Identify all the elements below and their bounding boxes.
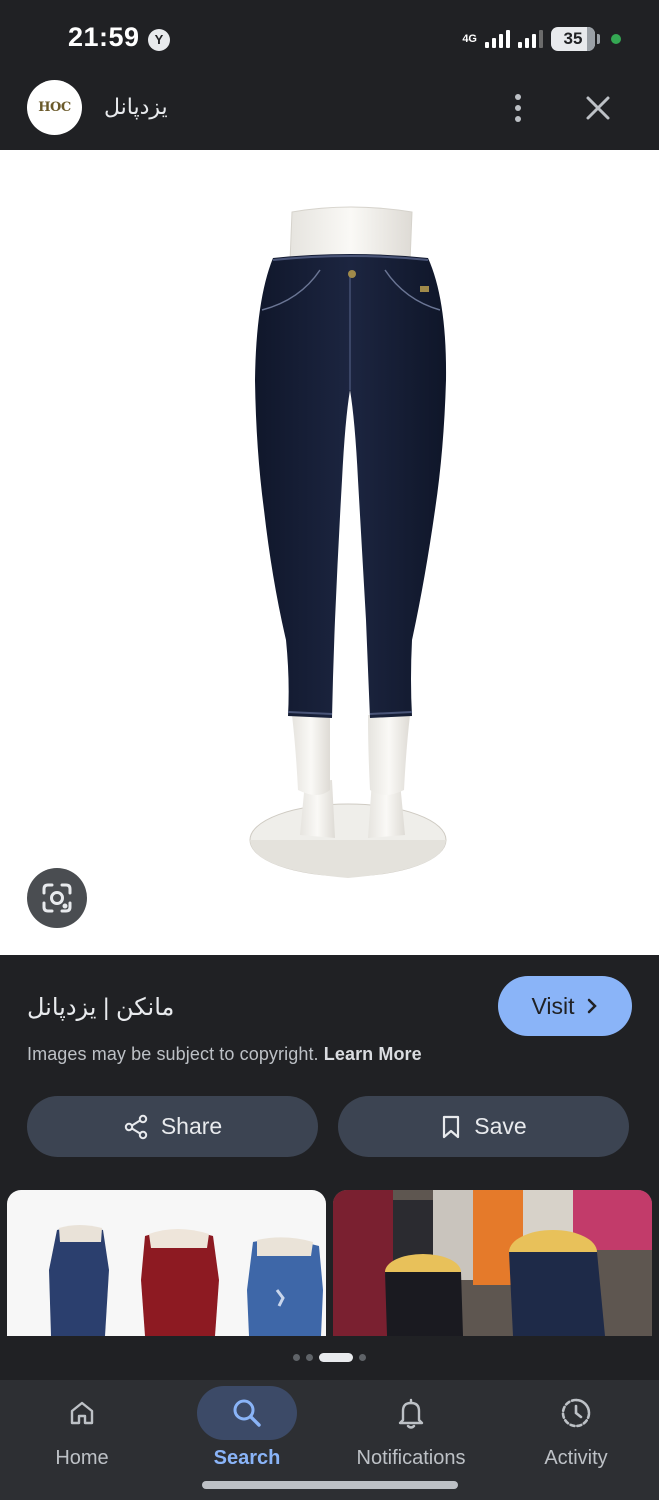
nav-home-label: Home (55, 1447, 109, 1469)
result-header: HOC یزدپانل (0, 78, 659, 150)
close-icon[interactable] (580, 90, 616, 126)
share-button[interactable]: Share (27, 1096, 318, 1157)
status-bar: 21:59 Y 4G 35 (0, 0, 659, 78)
carousel-indicator (0, 1352, 659, 1362)
home-icon (70, 1401, 94, 1425)
privacy-dot (611, 34, 621, 44)
nav-activity[interactable]: Activity (494, 1380, 658, 1500)
copyright-notice: Images may be subject to copyright. Lear… (27, 1044, 422, 1065)
save-label: Save (474, 1113, 527, 1139)
bell-icon (398, 1398, 424, 1429)
learn-more-link[interactable]: Learn More (324, 1044, 422, 1064)
history-icon (561, 1398, 591, 1428)
site-logo: HOC (27, 80, 82, 135)
chevron-right-icon (587, 998, 597, 1014)
save-button[interactable]: Save (338, 1096, 629, 1157)
nav-home[interactable]: Home (0, 1380, 164, 1500)
nav-activity-label: Activity (544, 1447, 608, 1469)
visit-label: Visit (531, 992, 575, 1019)
jeans-mannequin-image (249, 206, 447, 878)
related-image-1[interactable] (7, 1190, 326, 1336)
search-icon (233, 1399, 261, 1427)
visit-button[interactable]: Visit (498, 976, 632, 1036)
carousel-dot (306, 1353, 313, 1361)
carousel-dot (293, 1353, 300, 1361)
result-title[interactable]: مانکن | یزدپانل (27, 993, 174, 1022)
status-icons: 4G 35 (462, 26, 621, 52)
related-image-2[interactable] (333, 1190, 652, 1336)
nav-notifications-label: Notifications (356, 1447, 466, 1469)
bookmark-icon (443, 1115, 460, 1138)
home-indicator[interactable] (202, 1481, 458, 1489)
share-label: Share (160, 1113, 223, 1139)
preview-image[interactable] (0, 150, 659, 955)
signal-icon-2 (518, 30, 543, 48)
more-vert-icon[interactable] (504, 90, 532, 126)
battery-level: 35 (563, 29, 583, 48)
share-icon (124, 1114, 148, 1139)
related-images (0, 1190, 659, 1336)
carousel-dot (359, 1353, 366, 1361)
site-name[interactable]: یزدپانل (104, 94, 168, 120)
status-time: 21:59 (68, 22, 140, 52)
notification-badge: Y (148, 29, 170, 51)
battery-icon: 35 (551, 27, 600, 51)
carousel-dot-active (319, 1352, 353, 1362)
signal-icon (485, 30, 510, 48)
google-lens-icon (42, 883, 72, 913)
copyright-text: Images may be subject to copyright. (27, 1044, 319, 1064)
logo-text: HOC (38, 100, 71, 115)
result-info-panel: مانکن | یزدپانل Visit Images may be subj… (0, 955, 659, 1380)
network-type: 4G (462, 33, 477, 45)
nav-search-label: Search (213, 1447, 281, 1469)
google-lens-button[interactable] (27, 868, 87, 928)
